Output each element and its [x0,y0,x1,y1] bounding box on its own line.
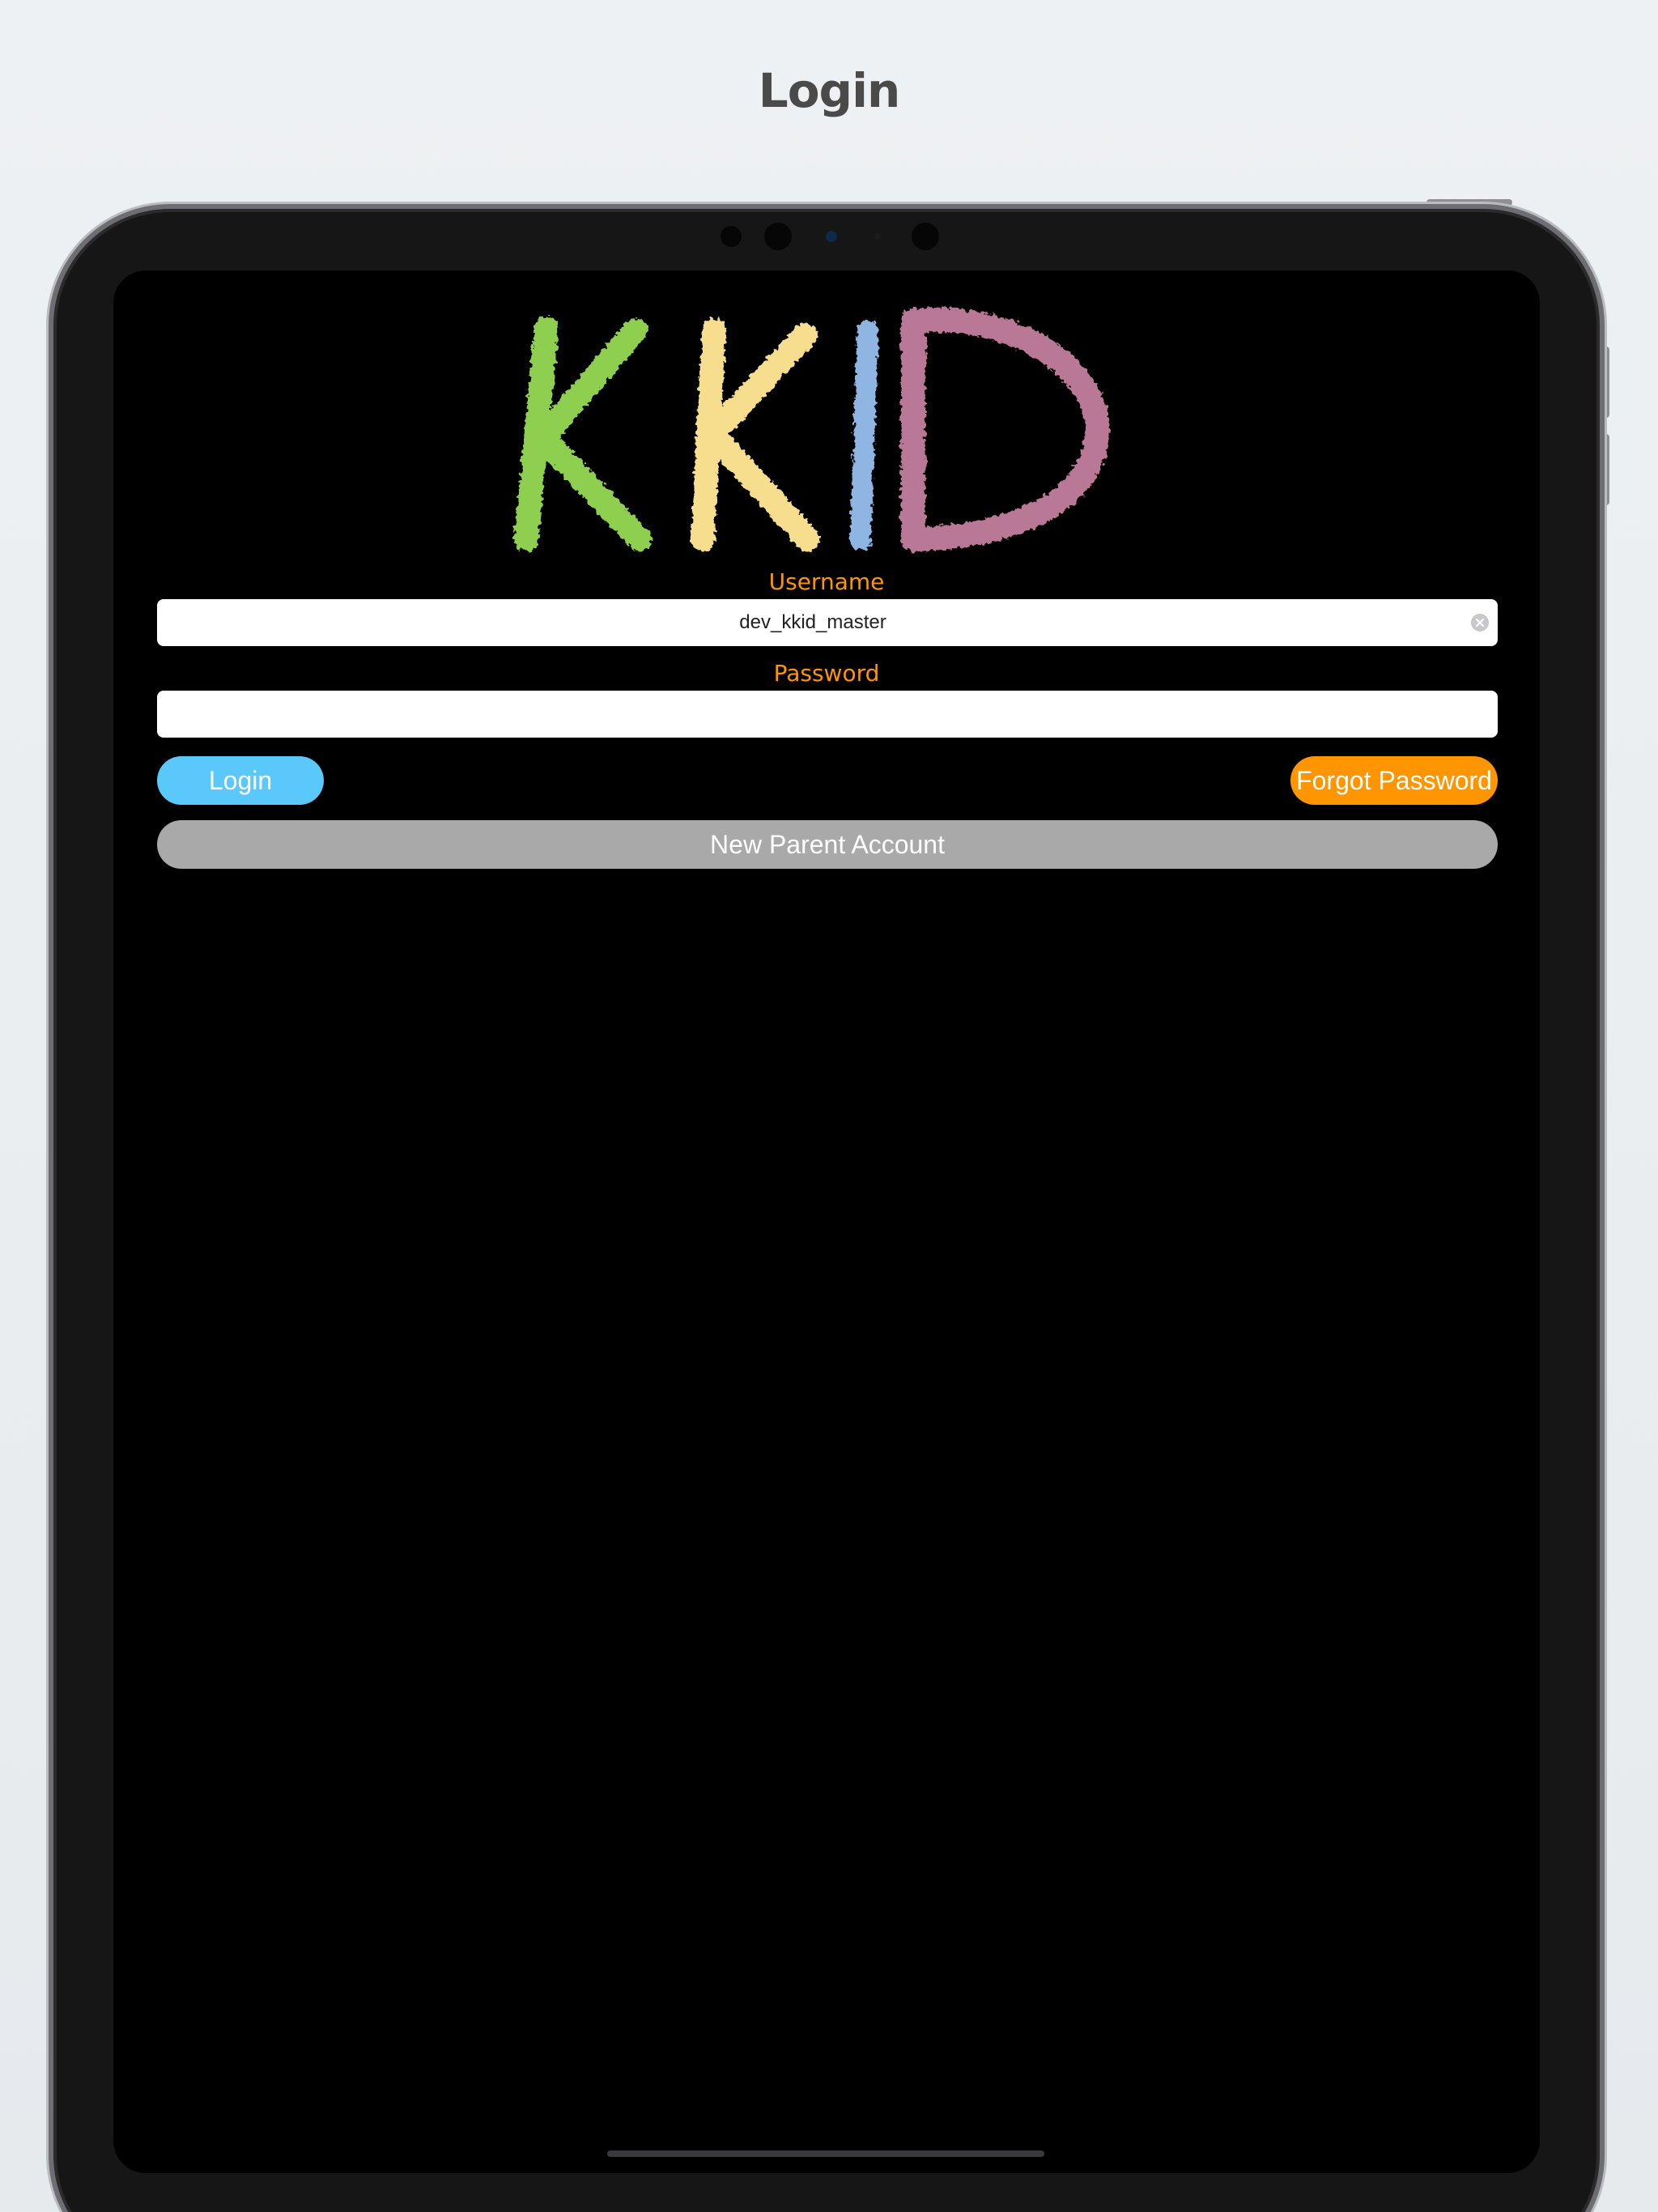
new-parent-account-button[interactable]: New Parent Account [157,820,1498,869]
logo-letter-k2 [691,318,820,551]
app-screen: Username dev_kkid_master Password Login … [113,270,1540,2173]
home-indicator[interactable] [607,2150,1044,2157]
username-label: Username [768,568,885,595]
camera-lens-icon [826,231,837,242]
login-button[interactable]: Login [157,756,324,805]
sensor-dot [764,223,792,250]
username-value[interactable]: dev_kkid_master [157,599,1469,646]
sensor-dot [874,233,881,240]
password-field[interactable] [157,691,1498,738]
logo-letter-d [901,308,1110,551]
logo-letter-k1 [514,317,652,551]
camera-bar [712,223,955,250]
forgot-password-button[interactable]: Forgot Password [1290,756,1498,805]
logo-letter-i [850,320,878,550]
password-label: Password [773,660,880,687]
sensor-dot [721,226,742,247]
clear-circle-icon[interactable] [1470,613,1490,632]
sensor-dot [912,223,939,250]
username-field[interactable]: dev_kkid_master [157,599,1498,646]
page-title: Login [758,63,901,118]
kkid-logo [514,308,1110,551]
